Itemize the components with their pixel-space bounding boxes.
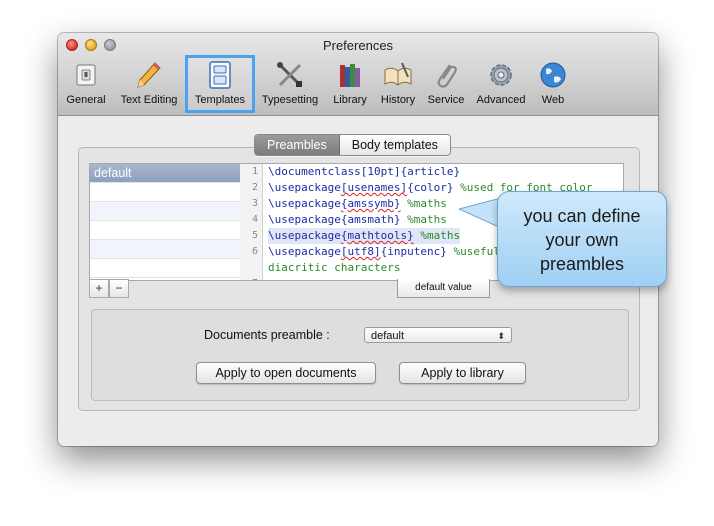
line-number: 6 [251, 246, 258, 257]
books-icon [340, 64, 360, 87]
list-item-empty [90, 259, 241, 278]
line-number: 7 [252, 278, 258, 280]
toolbar-advanced[interactable]: Advanced [471, 55, 531, 113]
toolbar-web[interactable]: Web [531, 55, 575, 113]
list-controls: + − [89, 279, 129, 298]
code-command: \usepackage [268, 181, 341, 194]
toolbar-label: Library [333, 94, 367, 106]
code-argument: {inputenc} [380, 245, 447, 258]
list-item[interactable]: default [90, 164, 241, 183]
line-number: 3 [251, 198, 258, 209]
annotation-callout: you can define your own preambles [497, 191, 667, 287]
apply-to-open-documents-button[interactable]: Apply to open documents [196, 362, 376, 384]
code-command: \usepackage [268, 229, 341, 242]
code-argument: {mathtools} [340, 229, 414, 242]
code-argument: {article} [400, 165, 461, 178]
updown-arrows-icon: ⬍ [497, 331, 505, 341]
toolbar-general[interactable]: General [62, 55, 110, 113]
code-command: \usepackage [268, 197, 341, 210]
code-command: \usepackage [268, 245, 341, 258]
documents-preamble-label: Documents preamble : [204, 328, 330, 342]
code-argument: {amssymb} [340, 197, 401, 210]
code-line: \usepackage{amsmath} %maths [268, 212, 447, 228]
code-comment: diacritic characters [268, 261, 401, 274]
code-comment: %maths [400, 213, 447, 226]
callout-text: you can define your own preambles [498, 204, 666, 276]
select-value: default [371, 330, 405, 342]
toolbar-label: Text Editing [120, 94, 178, 106]
code-comment: %maths [400, 197, 447, 210]
add-preamble-button[interactable]: + [89, 279, 109, 298]
toolbar-label: Typesetting [261, 94, 319, 106]
toolbar-service[interactable]: Service [422, 55, 470, 113]
line-number-gutter: 1 2 3 4 5 6 7 [240, 164, 263, 280]
code-line-highlighted: \usepackage{mathtools} %maths [268, 228, 461, 244]
toolbar-label: Advanced [476, 94, 526, 106]
code-line: \usepackage{amssymb} %maths [268, 196, 447, 212]
paperclip-icon [437, 64, 457, 88]
toolbar-label: History [380, 94, 416, 106]
toolbar-label: Templates [194, 94, 246, 106]
code-comment: %maths [413, 229, 461, 242]
code-option: [utf8] [340, 245, 381, 258]
list-item-empty [90, 221, 241, 240]
preamble-list[interactable]: default [89, 163, 242, 281]
open-book-icon [384, 62, 412, 86]
tab-preambles[interactable]: Preambles [255, 135, 340, 155]
gear-icon [490, 64, 512, 86]
window-title: Preferences [322, 38, 394, 53]
code-argument: {color} [407, 181, 454, 194]
toolbar-typesetting[interactable]: Typesetting [257, 55, 323, 113]
code-line: \documentclass[10pt]{article} [268, 164, 460, 180]
toolbar-templates[interactable]: Templates [185, 55, 255, 113]
line-number: 4 [251, 214, 258, 225]
globe-icon [540, 62, 566, 88]
code-command: \usepackage [268, 213, 341, 226]
list-item-empty [90, 202, 241, 221]
remove-preamble-button[interactable]: − [109, 279, 129, 298]
tab-body-templates[interactable]: Body templates [339, 135, 450, 155]
toolbar-library[interactable]: Library [327, 55, 373, 113]
list-item-empty [90, 183, 241, 202]
line-number: 1 [251, 166, 258, 177]
code-option: [10pt] [360, 165, 401, 178]
default-value-button[interactable]: default value [397, 279, 490, 298]
apply-to-library-button[interactable]: Apply to library [399, 362, 526, 384]
line-number: 5 [251, 230, 258, 241]
toolbar-label: Web [541, 94, 565, 106]
code-command: \documentclass [268, 165, 361, 178]
callout-line: your own [545, 230, 619, 250]
code-line-wrapped: diacritic characters [268, 260, 400, 276]
line-number: 2 [251, 182, 258, 193]
toolbar-label: Service [427, 94, 465, 106]
switch-icon [76, 64, 96, 86]
pencil-icon [137, 62, 161, 88]
documents-preamble-box: Documents preamble : default ⬍ Apply to … [91, 309, 629, 401]
callout-line: you can define [523, 206, 641, 226]
documents-preamble-select[interactable]: default ⬍ [364, 327, 512, 343]
code-option: [usenames] [340, 181, 408, 194]
tools-icon [277, 62, 302, 87]
template-tabs: Preambles Body templates [254, 134, 451, 156]
title-bar: Preferences General Text Editing Templat… [58, 33, 658, 116]
callout-line: preambles [539, 254, 625, 274]
toolbar-history[interactable]: History [375, 55, 421, 113]
templates-icon [209, 61, 231, 89]
list-item-empty [90, 240, 241, 259]
toolbar-text-editing[interactable]: Text Editing [115, 55, 183, 113]
toolbar-label: General [66, 94, 106, 106]
code-argument: {amsmath} [340, 213, 401, 226]
